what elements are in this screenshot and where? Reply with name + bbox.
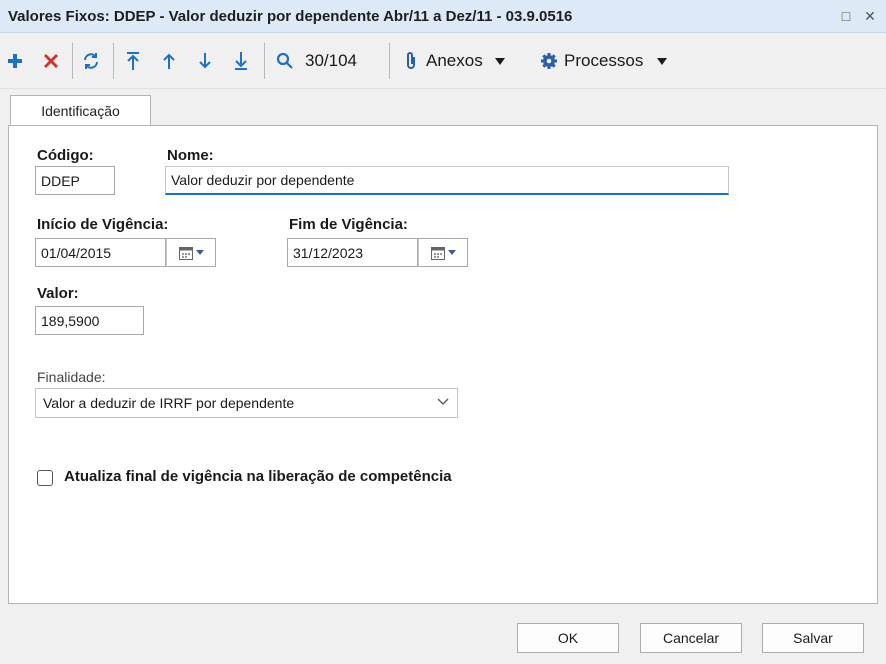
paperclip-icon [404, 51, 418, 71]
nome-label: Nome: [167, 147, 214, 164]
inicio-vigencia-label: Início de Vigência: [37, 216, 169, 233]
anexos-menu-button[interactable]: Anexos [404, 49, 526, 73]
chevron-down-icon [657, 57, 668, 65]
previous-record-icon[interactable] [159, 49, 179, 73]
record-counter: 30/104 [305, 51, 357, 70]
fim-vigencia-field[interactable]: 31/12/2023 [287, 238, 418, 267]
refresh-icon[interactable] [80, 49, 102, 73]
tab-identificacao[interactable]: Identificação [10, 95, 151, 126]
tab-strip: Identificação [8, 95, 878, 126]
processos-label: Processos [564, 51, 644, 70]
fim-vigencia-label: Fim de Vigência: [289, 216, 408, 233]
first-record-icon[interactable] [123, 49, 143, 73]
atualiza-final-vigencia-checkbox[interactable] [37, 470, 53, 486]
form-panel [8, 125, 878, 604]
last-record-icon[interactable] [231, 49, 251, 73]
calendar-icon [178, 246, 204, 260]
close-icon[interactable]: ✕ [861, 7, 879, 25]
delete-icon[interactable] [40, 49, 62, 73]
add-icon[interactable] [4, 49, 26, 73]
processos-menu-button[interactable]: Processos [540, 49, 690, 73]
valor-field[interactable]: 189,5900 [35, 306, 144, 335]
anexos-label: Anexos [426, 51, 483, 70]
save-button[interactable]: Salvar [762, 623, 864, 653]
valor-label: Valor: [37, 285, 79, 302]
fim-vigencia-calendar-button[interactable] [418, 238, 468, 267]
title-bar: Valores Fixos: DDEP - Valor deduzir por … [0, 0, 886, 33]
finalidade-label: Finalidade: [37, 369, 106, 385]
next-record-icon[interactable] [195, 49, 215, 73]
chevron-down-icon [195, 250, 204, 255]
codigo-field[interactable]: DDEP [35, 166, 115, 195]
codigo-label: Código: [37, 147, 94, 164]
inicio-vigencia-calendar-button[interactable] [166, 238, 216, 267]
chevron-down-icon [494, 57, 505, 65]
chevron-down-icon [447, 250, 456, 255]
ok-button[interactable]: OK [517, 623, 619, 653]
atualiza-final-vigencia-label[interactable]: Atualiza final de vigência na liberação … [64, 468, 452, 485]
nome-field[interactable]: Valor deduzir por dependente [165, 166, 729, 195]
window-title: Valores Fixos: DDEP - Valor deduzir por … [8, 8, 573, 25]
calendar-icon [430, 246, 456, 260]
finalidade-selected-value: Valor a deduzir de IRRF por dependente [43, 395, 295, 411]
cancel-button[interactable]: Cancelar [640, 623, 742, 653]
search-icon[interactable] [274, 49, 296, 73]
toolbar-separator [113, 43, 114, 79]
toolbar-separator [72, 43, 73, 79]
toolbar: 30/104 Anexos Processos [0, 33, 886, 89]
inicio-vigencia-field[interactable]: 01/04/2015 [35, 238, 166, 267]
maximize-icon[interactable]: □ [837, 7, 855, 25]
toolbar-separator [389, 43, 390, 79]
toolbar-separator [264, 43, 265, 79]
chevron-down-icon [437, 398, 449, 406]
finalidade-select[interactable]: Valor a deduzir de IRRF por dependente [35, 388, 458, 418]
gear-icon [540, 52, 558, 70]
